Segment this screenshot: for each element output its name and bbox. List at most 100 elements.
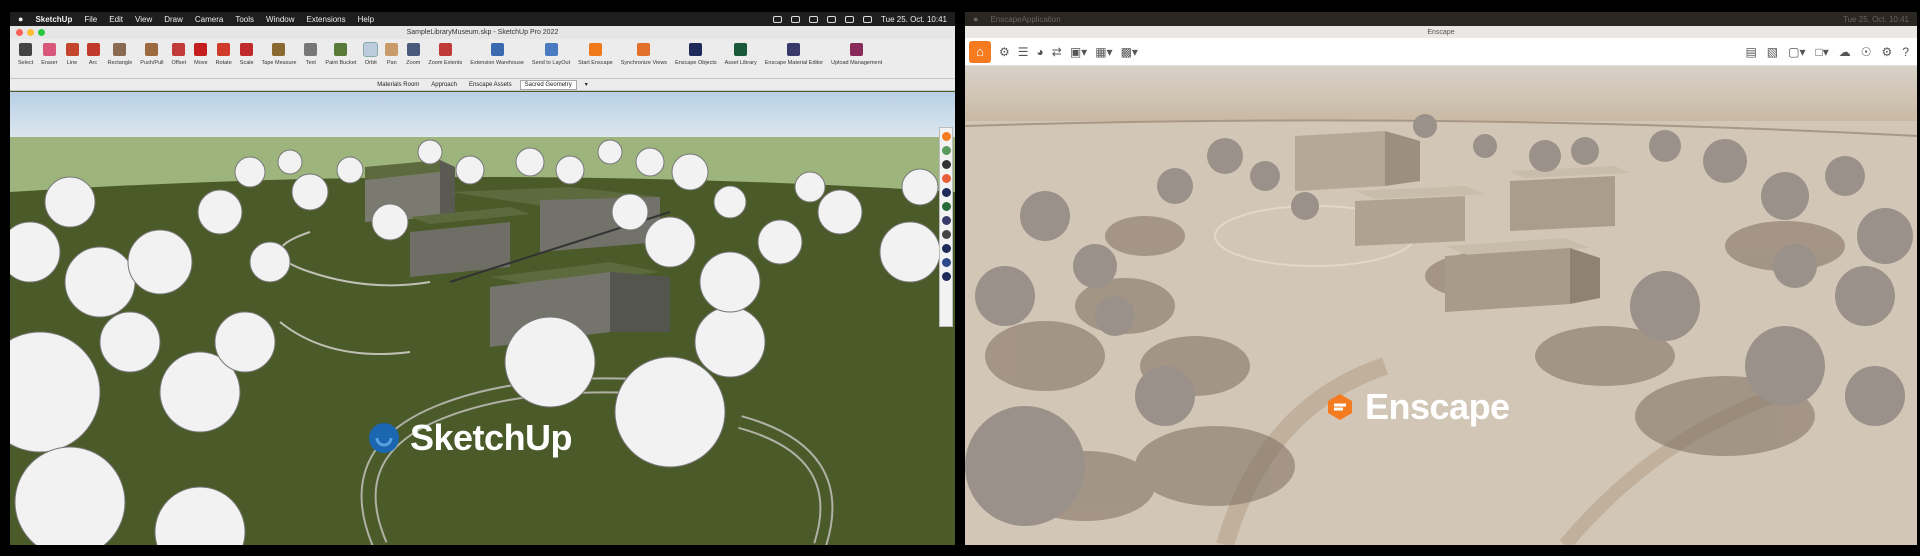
tool-select[interactable]: Select — [14, 43, 37, 66]
editor-side-icon[interactable] — [941, 216, 951, 225]
menubar-clock[interactable]: Tue 25. Oct. 10:41 — [881, 15, 947, 24]
upload-icon[interactable]: ☁ — [1839, 45, 1851, 59]
tool-orbit[interactable]: Orbit — [360, 42, 381, 66]
tab-sacred-geometry[interactable]: Sacred Geometry — [519, 79, 577, 90]
apple-menu-icon[interactable]: ● — [18, 14, 23, 24]
wifi-icon[interactable] — [845, 15, 855, 23]
tool-enscape-objects[interactable]: Enscape Objects — [671, 43, 721, 66]
enscape-side-icon[interactable] — [941, 132, 951, 141]
menu-file[interactable]: File — [84, 15, 97, 24]
tool-label: Enscape Objects — [675, 60, 717, 66]
tool-upload-management[interactable]: Upload Management — [827, 43, 886, 66]
menu-tools[interactable]: Tools — [235, 15, 254, 24]
tool-extension-warehouse[interactable]: Extension Warehouse — [466, 43, 528, 66]
asset-library-icon — [734, 43, 748, 56]
tool-zoom[interactable]: Zoom — [402, 43, 424, 66]
paint-bucket-icon — [334, 43, 348, 56]
tool-enscape-material-editor[interactable]: Enscape Material Editor — [761, 43, 827, 66]
tool-paint-bucket[interactable]: Paint Bucket — [321, 43, 360, 66]
eraser-icon — [42, 43, 56, 56]
tool-label: Asset Library — [724, 60, 757, 66]
minimize-window-icon[interactable] — [27, 29, 34, 36]
panorama-icon[interactable]: □▾ — [1816, 45, 1829, 59]
tool-label: Zoom Extents — [428, 60, 463, 66]
tool-scale[interactable]: Scale — [236, 43, 258, 66]
search-icon[interactable] — [863, 15, 873, 23]
zoom-window-icon[interactable] — [38, 29, 45, 36]
visibility-icon[interactable]: ☉ — [1861, 45, 1872, 59]
tool-synchronize-views[interactable]: Synchronize Views — [617, 43, 671, 66]
tool-rectangle[interactable]: Rectangle — [104, 43, 137, 66]
apple-menu-icon[interactable]: ● — [973, 14, 978, 24]
objects-side-icon[interactable] — [941, 188, 951, 197]
menu-view[interactable]: View — [135, 15, 152, 24]
sketchup-toolbar: Select Eraser Line Arc Rectangle Push/Pull Off… — [10, 39, 955, 79]
tool-line[interactable]: Line — [62, 43, 83, 66]
sync-icon[interactable]: ⇄ — [1052, 45, 1062, 59]
walk-mode-icon[interactable]: ⚙ — [999, 45, 1010, 59]
tool-label: Arc — [88, 60, 98, 66]
info-side-icon[interactable] — [941, 272, 951, 281]
settings-side-icon[interactable] — [941, 258, 951, 267]
menubar-clock[interactable]: Tue 25. Oct. 10:41 — [1843, 15, 1909, 24]
tool-label: Rectangle — [107, 60, 133, 66]
help-icon[interactable]: ? — [1902, 45, 1909, 59]
tool-label: Synchronize Views — [620, 60, 668, 66]
mail-side-icon[interactable] — [941, 244, 951, 253]
tool-push-pull[interactable]: Push/Pull — [136, 43, 167, 66]
menu-camera[interactable]: Camera — [195, 15, 223, 24]
scene-tabs: Materials Room Approach Enscape Assets S… — [10, 79, 955, 91]
menu-edit[interactable]: Edit — [109, 15, 123, 24]
binoculars-icon[interactable]: ◕ — [1037, 45, 1044, 59]
tool-arc[interactable]: Arc — [83, 43, 104, 66]
cloud-side-icon[interactable] — [941, 230, 951, 239]
app-menu[interactable]: EnscapeApplication — [990, 15, 1060, 24]
screenshot-icon[interactable]: ▣▾ — [1070, 45, 1087, 59]
tab-materials-room[interactable]: Materials Room — [373, 81, 423, 89]
tool-move[interactable]: Move — [190, 43, 211, 66]
app-menu[interactable]: SketchUp — [35, 15, 72, 24]
tool-zoom-extents[interactable]: Zoom Extents — [424, 43, 466, 66]
book-icon[interactable]: ▤ — [1745, 45, 1756, 59]
menu-help[interactable]: Help — [358, 15, 374, 24]
tool-offset[interactable]: Offset — [168, 43, 191, 66]
close-window-icon[interactable] — [16, 29, 23, 36]
select-arrow-icon — [19, 43, 33, 56]
tool-send-to-layout[interactable]: Send to LayOut — [528, 43, 574, 66]
settings-icon[interactable]: ⚙ — [1882, 45, 1893, 59]
battery-icon[interactable] — [827, 15, 837, 23]
tool-asset-library[interactable]: Asset Library — [721, 43, 761, 66]
tray-icon[interactable] — [773, 15, 783, 23]
tabs-dropdown-icon[interactable]: ▾ — [581, 80, 592, 89]
enscape-viewport[interactable]: Enscape — [965, 66, 1917, 545]
tool-rotate[interactable]: Rotate — [212, 43, 236, 66]
cube-icon[interactable]: ▢▾ — [1788, 45, 1805, 59]
home-icon[interactable]: ⌂ — [969, 40, 991, 63]
tool-eraser[interactable]: Eraser — [37, 43, 61, 66]
tool-label: Push/Pull — [140, 60, 164, 66]
tool-start-enscape[interactable]: Start Enscape — [574, 43, 617, 66]
tray-icon[interactable] — [791, 15, 801, 23]
library-side-icon[interactable] — [941, 202, 951, 211]
material-side-icon[interactable] — [941, 174, 951, 183]
tool-tape-measure[interactable]: Tape Measure — [258, 43, 301, 66]
export-icon[interactable]: ▩▾ — [1121, 45, 1138, 59]
view-mode-icon[interactable]: ☰ — [1018, 45, 1029, 59]
enscape-logo-text: Enscape — [1365, 386, 1510, 427]
tool-label: Start Enscape — [578, 60, 613, 66]
tray-icon[interactable] — [809, 15, 819, 23]
menu-draw[interactable]: Draw — [164, 15, 183, 24]
camera-side-icon[interactable] — [941, 160, 951, 169]
sync-side-icon[interactable] — [941, 146, 951, 155]
tab-approach[interactable]: Approach — [427, 81, 461, 89]
vr-icon[interactable]: ▧ — [1767, 45, 1778, 59]
batch-render-icon[interactable]: ▦▾ — [1095, 45, 1112, 59]
menu-window[interactable]: Window — [266, 15, 294, 24]
menu-extensions[interactable]: Extensions — [307, 15, 346, 24]
tool-text[interactable]: Text — [300, 43, 321, 66]
tool-pan[interactable]: Pan — [381, 43, 402, 66]
tab-enscape-assets[interactable]: Enscape Assets — [465, 81, 516, 89]
tool-label: Select — [18, 60, 34, 66]
sketchup-viewport[interactable]: SketchUp — [10, 92, 955, 545]
mac-menubar-enscape: ● EnscapeApplication Tue 25. Oct. 10:41 — [965, 12, 1917, 26]
